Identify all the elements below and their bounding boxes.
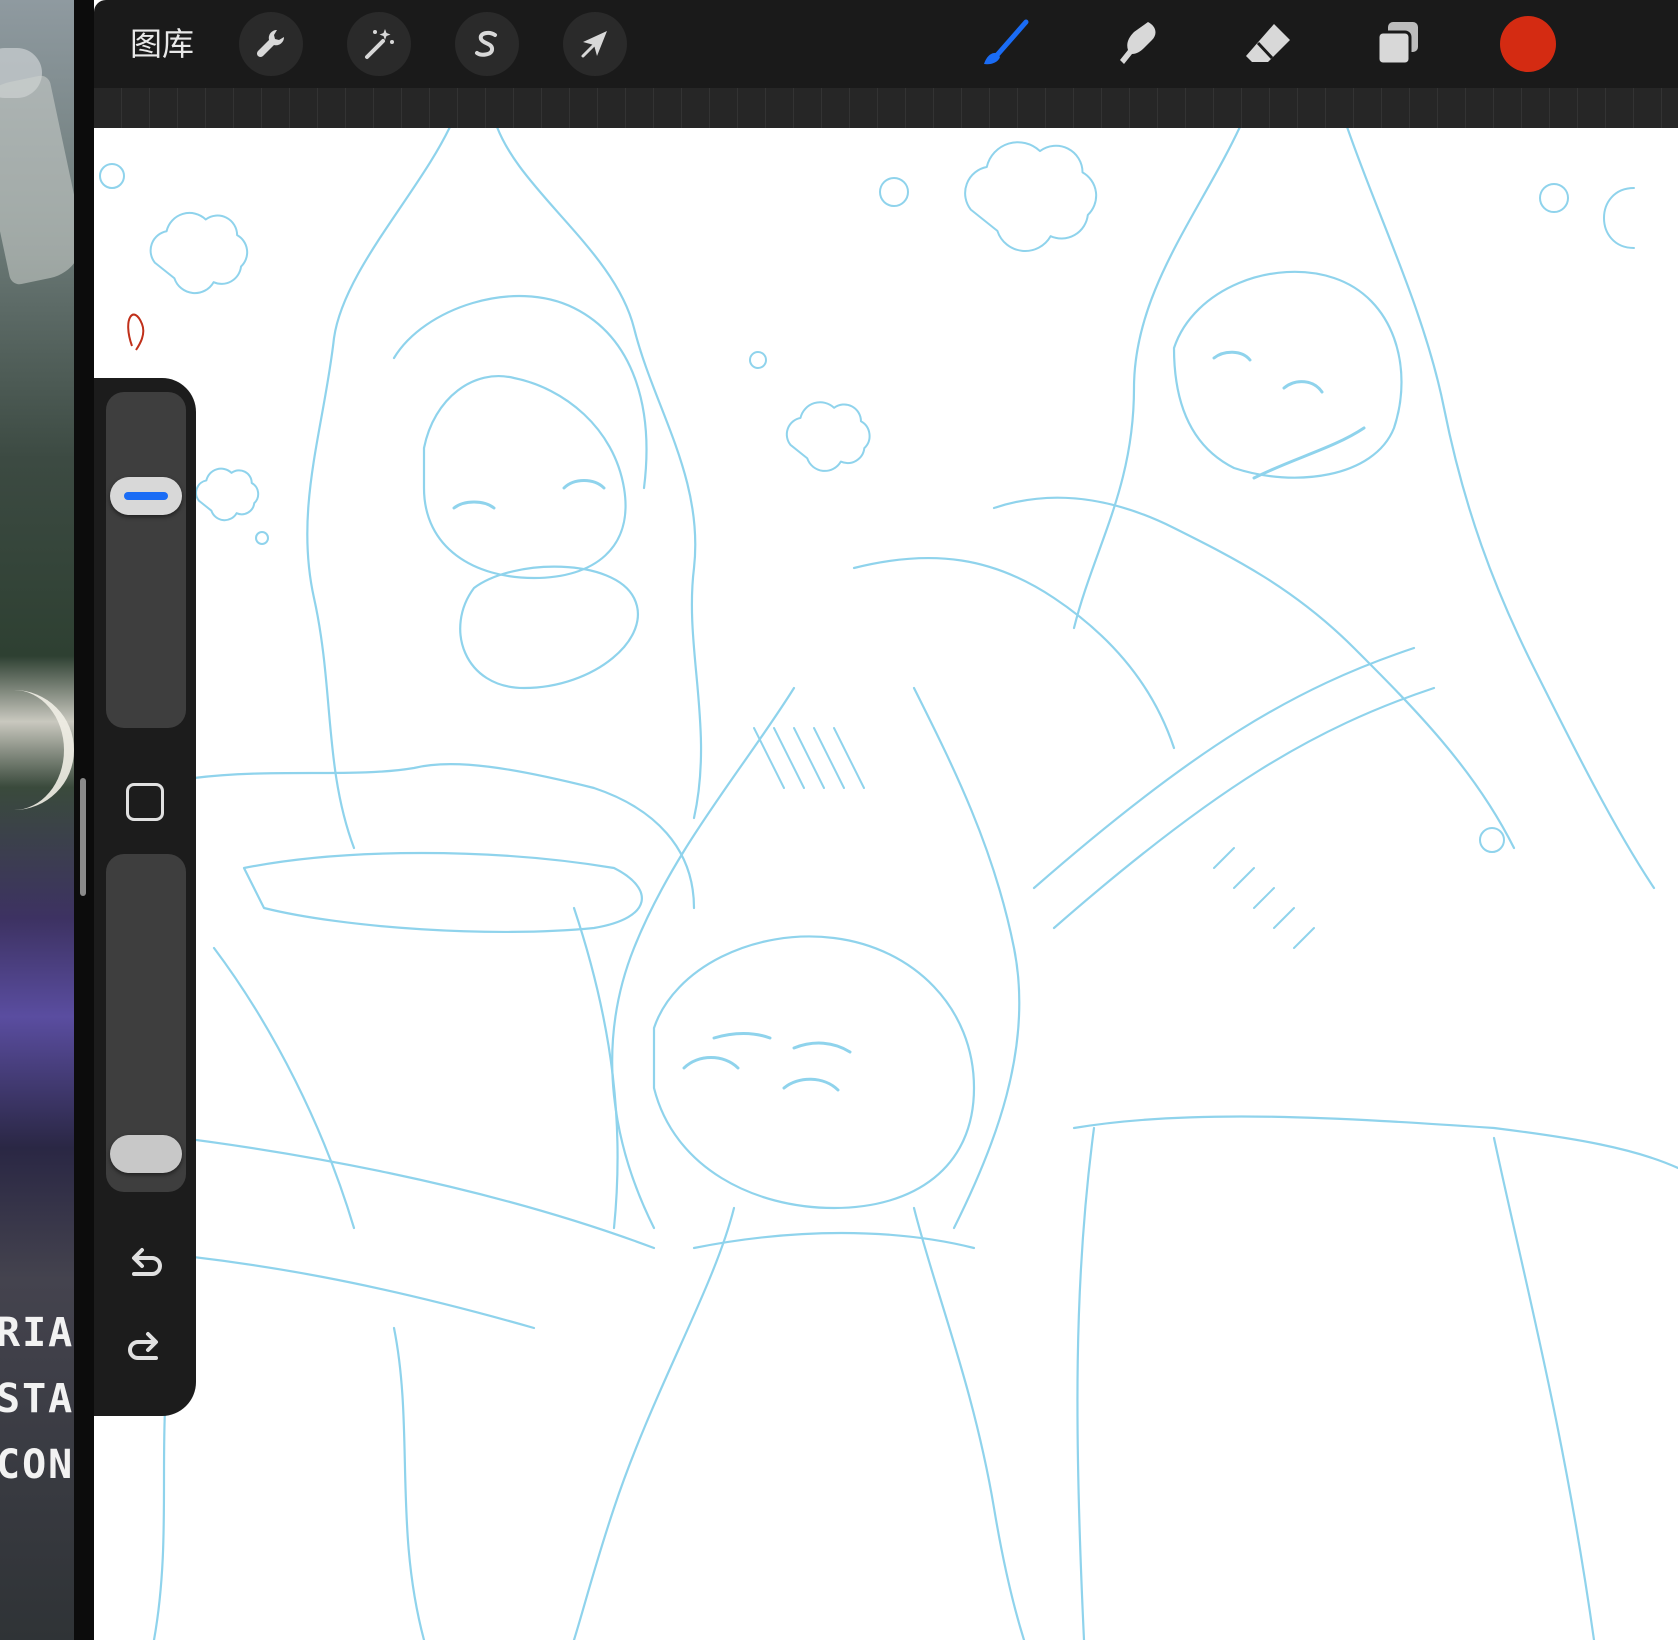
split-view-handle[interactable] [80,778,86,896]
sketch-stroke [652,935,976,1210]
drawing-canvas[interactable] [94,128,1678,1640]
sketch-stroke [964,141,1098,252]
sketch-stroke [242,851,643,934]
sketch-stroke [1076,1126,1596,1640]
sketch-stroke [785,401,871,472]
sketch-stroke [1539,183,1569,213]
sketch-stroke [459,565,639,690]
sketch-stroke [149,211,249,295]
magic-wand-icon [365,29,394,59]
sketch-stroke [692,1231,976,1250]
undo-button[interactable] [120,1238,170,1288]
sketch-stroke [879,177,909,207]
sketch-stroke [452,479,606,510]
split-view-side-app[interactable]: RIA STA CON [0,0,74,1640]
sketch-stroke-accent [127,313,145,351]
square-icon [126,783,164,821]
sketch-stroke [496,128,703,820]
adjustments-button[interactable] [347,12,411,76]
side-app-artwork-claw [4,690,74,810]
sketch-stroke [195,467,260,522]
brush-icon [984,19,1029,65]
sketch-stroke [682,1056,840,1092]
brush-sidebar [94,378,196,1416]
undo-arrow-icon [132,1248,162,1276]
sketch-stroke [712,1032,852,1054]
sketch-stroke [255,531,269,545]
sketch-stroke [572,1206,736,1640]
sketch-stroke [192,762,696,910]
canvas-top-strip [94,88,1678,129]
smudge-icon [1120,22,1156,64]
sketch-stroke [1172,270,1403,479]
sketch-stroke [1479,827,1505,853]
sketch-stroke [852,556,1176,750]
sketch-stroke [912,1206,1026,1640]
sketch-stroke [1213,847,1315,949]
poster-line: RIA [0,1310,74,1356]
sketch-stroke [392,294,648,490]
selection-s-icon [475,30,497,57]
brush-opacity-slider-thumb[interactable] [110,1135,182,1174]
sketch-stroke [99,163,125,189]
wrench-icon [256,29,285,58]
gallery-button[interactable]: 图库 [130,22,194,66]
procreate-window: 图库 [94,0,1678,1640]
color-picker-swatch[interactable] [1500,16,1556,72]
top-toolbar: 图库 [94,0,1678,88]
sketch-stroke [1252,426,1366,480]
sketch-stroke [1346,128,1656,890]
modify-button[interactable] [123,780,167,824]
eraser-tool-button[interactable] [1234,10,1302,78]
sketch-stroke [212,906,619,1230]
smudge-tool-button[interactable] [1104,10,1172,78]
transform-button[interactable] [563,12,627,76]
brush-size-slider[interactable] [106,392,186,728]
transform-arrow-icon [581,31,607,58]
selection-button[interactable] [455,12,519,76]
sketch-stroke [753,727,865,789]
redo-arrow-icon [128,1332,158,1360]
sketch-stroke [749,351,767,369]
redo-button[interactable] [120,1322,170,1372]
sketch-stroke [1072,1115,1678,1170]
poster-line: CON [0,1442,74,1488]
poster-line: STA [0,1376,74,1422]
brush-tool-button[interactable] [970,10,1038,78]
layers-button[interactable] [1364,10,1432,78]
brush-size-slider-thumb[interactable] [110,477,182,516]
layers-icon [1376,22,1418,66]
side-app-poster-text: RIA STA CON [0,1300,74,1498]
sketch-stroke [422,375,627,580]
actions-button[interactable] [239,12,303,76]
sketch-stroke [1212,350,1324,394]
sketch-stroke [611,686,796,1230]
sketch-stroke [1072,128,1241,630]
sketch-stroke [1603,187,1635,249]
side-app-artwork-rock [0,73,74,287]
brush-opacity-slider[interactable] [106,854,186,1192]
sketch-stroke [912,686,1021,1230]
sketch-stroke [1032,646,1436,930]
sketch-stroke [992,496,1516,850]
sketch-artwork [94,128,1678,1640]
sketch-stroke [306,128,451,850]
eraser-icon [1246,24,1290,62]
